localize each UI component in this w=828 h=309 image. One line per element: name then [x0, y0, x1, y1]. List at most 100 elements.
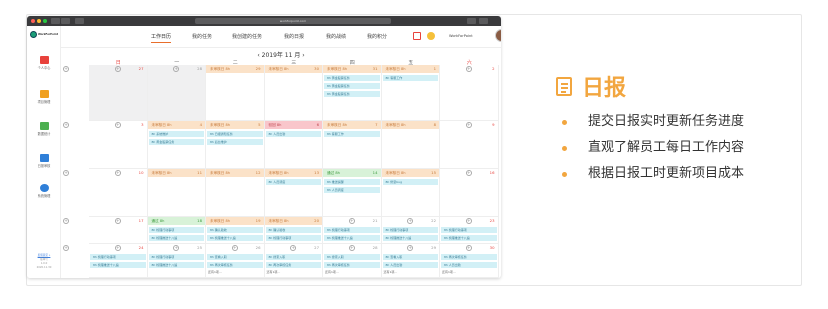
calendar-day[interactable]: +28: [147, 65, 206, 121]
calendar-day[interactable]: 未审核日 8h 4 8h 系统维护 8h 黄金股票任务: [147, 121, 206, 169]
add-report-icon[interactable]: +: [465, 66, 472, 72]
task-item[interactable]: 8h 确认验收: [265, 227, 321, 233]
add-report-icon[interactable]: +: [465, 170, 472, 176]
url-bar[interactable]: workforpoint.com: [195, 18, 391, 24]
add-report-icon[interactable]: +: [407, 245, 414, 251]
calendar-day[interactable]: 未审核日 8h 29: [206, 65, 265, 121]
share-button[interactable]: [467, 18, 476, 24]
calendar-day[interactable]: 未审核日 8h 7 8h 客服工作: [323, 121, 382, 169]
calendar-day[interactable]: +21 8h 梳理行动事项 8h 梳理推送十八遍: [323, 217, 382, 244]
task-item[interactable]: 8h 梳理推送十八遍: [324, 235, 380, 241]
calendar-day[interactable]: 未审核日 8h 13 8h 人员调度: [264, 169, 323, 217]
calendar-day[interactable]: +3: [89, 121, 148, 169]
add-report-icon[interactable]: +: [173, 66, 180, 72]
calendar-day[interactable]: +22 8h 梳理行动事项 8h 梳理推送十八遍: [381, 217, 440, 244]
user-name[interactable]: WorkForPoint: [449, 34, 473, 38]
task-item[interactable]: 8h 搜索入职: [324, 254, 380, 260]
tab-calendar[interactable]: 工作日历: [151, 33, 172, 43]
add-report-icon[interactable]: +: [114, 245, 121, 251]
calendar-day[interactable]: 未审核日 8h198h 确认验收8h 梳理推送十八遍还有1项...: [206, 217, 265, 244]
calendar-day[interactable]: +27 8h 搜索入职 8h 再次审核任务 还有1项...: [264, 244, 323, 278]
tab-my-record[interactable]: 我的战绩: [326, 33, 346, 40]
calendar-day[interactable]: +24 8h 梳理行动事项 8h 梳理推送十八遍: [89, 244, 148, 278]
task-item[interactable]: 8h 梳理行动事项: [324, 227, 380, 233]
task-item[interactable]: 8h 梳理推送十八遍: [148, 262, 204, 268]
task-item[interactable]: 8h 推送提醒: [324, 179, 380, 185]
minimize-icon[interactable]: [37, 19, 41, 23]
tab-my-reports[interactable]: 我的日报: [284, 33, 304, 40]
add-report-icon[interactable]: +: [173, 245, 180, 251]
task-item[interactable]: 8h 梳理推送十八遍: [90, 262, 146, 268]
avatar[interactable]: [495, 29, 501, 42]
task-item[interactable]: 8h 客服工作: [382, 75, 438, 81]
add-week-icon[interactable]: +: [63, 66, 69, 72]
task-item[interactable]: 8h 梳理行动事项: [148, 227, 204, 233]
calendar-day[interactable]: +29 8h 查看入职 8h 人员出勤 还有1项...: [381, 244, 440, 278]
add-report-icon[interactable]: +: [465, 122, 472, 128]
task-item[interactable]: 8h 梳理行动事项: [265, 235, 321, 241]
task-item[interactable]: 8h 再次审核任务: [324, 262, 380, 268]
add-report-icon[interactable]: +: [348, 218, 355, 224]
calendar-day[interactable]: +10: [89, 169, 148, 217]
tab-my-tasks[interactable]: 我的任务: [192, 33, 212, 40]
mail-icon[interactable]: [413, 32, 421, 40]
task-item[interactable]: 8h 再次审核任务: [207, 262, 263, 268]
calendar-day[interactable]: +25 8h 梳理行动事项 8h 梳理推送十八遍: [147, 244, 206, 278]
maximize-icon[interactable]: [43, 19, 47, 23]
task-item[interactable]: 8h 修复bug: [382, 179, 438, 185]
calendar-day[interactable]: 驳回 8h 6 8h 人员出勤: [264, 121, 323, 169]
month-selector[interactable]: ‹ 2019年 11 月 ›: [61, 50, 501, 59]
add-report-icon[interactable]: +: [465, 218, 472, 224]
task-item[interactable]: 8h 黄金股票任务: [148, 139, 204, 145]
task-item[interactable]: 8h 梳理行动事项: [90, 254, 146, 260]
more-tasks-link[interactable]: 还有1项...: [267, 270, 281, 274]
calendar-day[interactable]: 未审核日 8h 31 8h 黄金股票任务 8h 黄金股票任务 8h 黄金股票任务: [323, 65, 382, 121]
task-item[interactable]: 8h 查看入职: [382, 254, 438, 260]
task-item[interactable]: 8h 再次审核任务: [265, 262, 321, 268]
add-week-icon[interactable]: +: [63, 245, 69, 251]
notification-icon[interactable]: [427, 32, 435, 40]
add-report-icon[interactable]: +: [114, 66, 121, 72]
calendar-day[interactable]: +17: [89, 217, 148, 244]
task-item[interactable]: 8h 黄金股票任务: [324, 83, 380, 89]
calendar-day[interactable]: +28 8h 搜索入职 8h 再次审核任务 还有1项...: [323, 244, 382, 278]
calendar-day[interactable]: +16: [440, 169, 499, 217]
sidebar-toggle-button[interactable]: [75, 18, 84, 24]
add-week-icon[interactable]: +: [63, 122, 69, 128]
calendar-day[interactable]: 未审核日 8h 8: [381, 121, 440, 169]
task-item[interactable]: 8h 人员出勤: [441, 262, 497, 268]
task-item[interactable]: 8h 人员出勤: [382, 262, 438, 268]
add-report-icon[interactable]: +: [114, 170, 121, 176]
task-item[interactable]: 8h 人员调度: [324, 187, 380, 193]
calendar-day[interactable]: 未审核日 8h 5 8h 日报通知任务 8h 后台维护: [206, 121, 265, 169]
add-report-icon[interactable]: +: [231, 245, 238, 251]
calendar-day[interactable]: 未审核日 8h 15 8h 修复bug: [381, 169, 440, 217]
task-item[interactable]: 8h 黄金股票任务: [324, 75, 380, 81]
sidebar-item-review[interactable]: 日报审核: [27, 154, 61, 168]
add-report-icon[interactable]: +: [407, 218, 414, 224]
new-tab-button[interactable]: [479, 18, 488, 24]
more-tasks-link[interactable]: 还有1项...: [325, 270, 339, 274]
task-item[interactable]: 8h 人员出勤: [265, 131, 321, 137]
task-item[interactable]: 8h 梳理推送十八遍: [382, 235, 438, 241]
back-button[interactable]: [51, 18, 60, 24]
add-week-icon[interactable]: +: [63, 170, 69, 176]
calendar-day[interactable]: +2: [440, 65, 499, 121]
add-week-icon[interactable]: +: [63, 218, 69, 224]
calendar-day[interactable]: 未审核日 8h 12: [206, 169, 265, 217]
calendar-day[interactable]: +30 8h 再次审核任务 8h 人员出勤 还有1项...: [440, 244, 499, 278]
calendar-day[interactable]: 未审核日 8h208h 确认验收8h 梳理行动事项还有1项...: [264, 217, 323, 244]
task-item[interactable]: 8h 确认验收: [207, 227, 263, 233]
calendar-day[interactable]: 未审核日 8h 30: [264, 65, 323, 121]
task-item[interactable]: 8h 客服工作: [324, 131, 380, 137]
close-icon[interactable]: [31, 19, 35, 23]
task-item[interactable]: 8h 黄金股票任务: [324, 91, 380, 97]
more-tasks-link[interactable]: 还有1项...: [208, 270, 222, 274]
sidebar-item-stats[interactable]: 数据统计: [27, 122, 61, 136]
task-item[interactable]: 8h 系统维护: [148, 131, 204, 137]
tab-created-tasks[interactable]: 我创建的任务: [232, 33, 262, 40]
add-report-icon[interactable]: +: [290, 245, 297, 251]
calendar-day[interactable]: 未审核日 8h 11: [147, 169, 206, 217]
tab-my-points[interactable]: 我的积分: [367, 33, 387, 40]
task-item[interactable]: 8h 梳理推送十八遍: [148, 235, 204, 241]
